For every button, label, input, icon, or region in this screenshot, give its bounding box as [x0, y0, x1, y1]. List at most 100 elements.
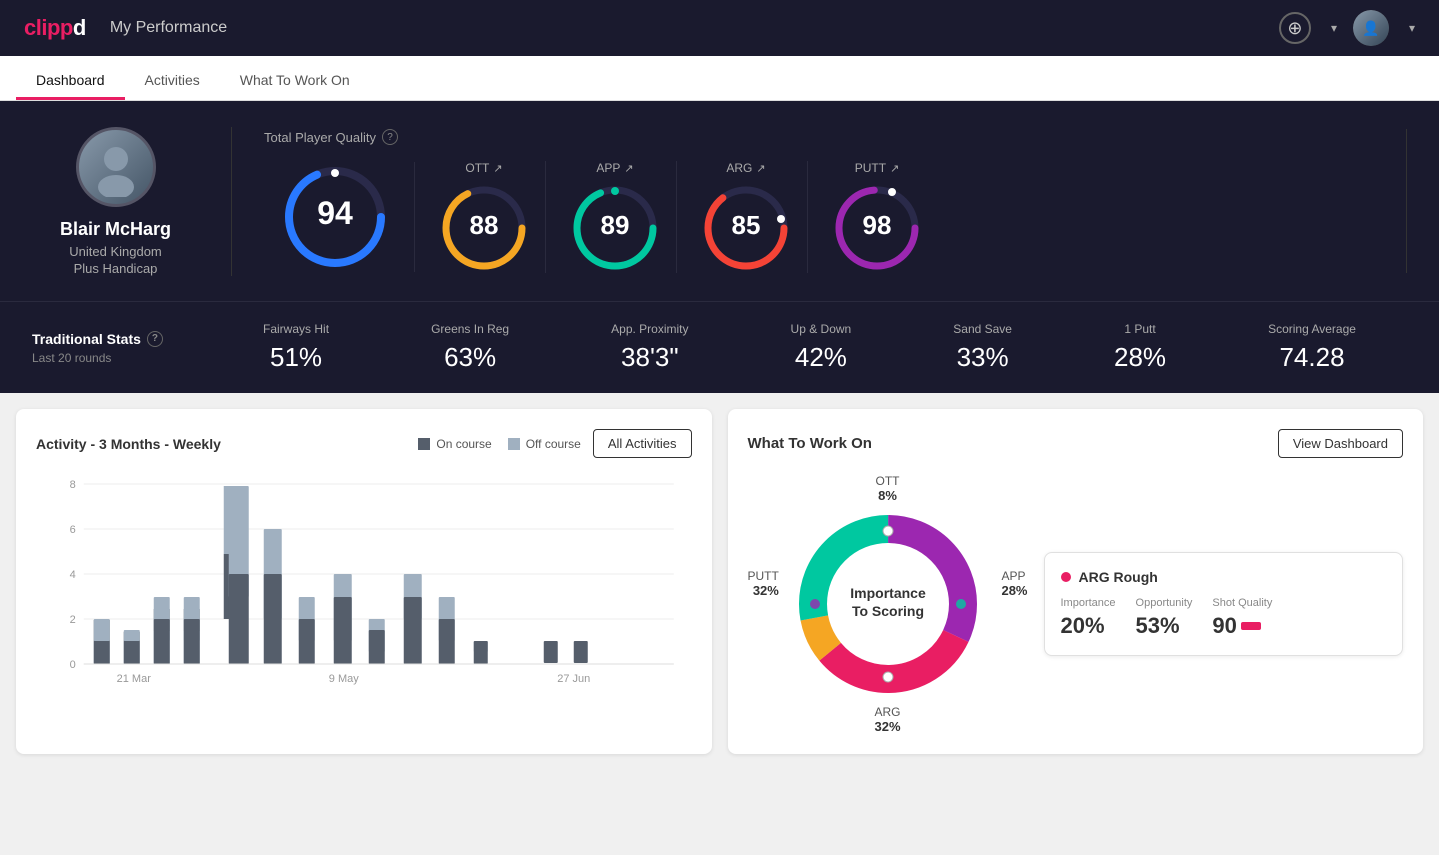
total-quality-label: Total Player Quality ?	[264, 129, 1374, 145]
gauge-ott-label: OTT ↗	[465, 161, 502, 175]
gauge-app-svg: 89	[570, 183, 660, 273]
stat-scoring-average: Scoring Average 74.28	[1268, 322, 1356, 373]
svg-text:8: 8	[70, 479, 76, 491]
user-avatar-button[interactable]: 👤	[1353, 10, 1389, 46]
stat-greens-in-reg: Greens In Reg 63%	[431, 322, 509, 373]
add-button[interactable]: ⊕	[1279, 12, 1311, 44]
stat-up-down: Up & Down 42%	[791, 322, 852, 373]
legend-on-course-dot	[418, 438, 430, 450]
avatar-image: 👤	[1353, 10, 1389, 46]
svg-text:98: 98	[863, 210, 892, 240]
tab-activities[interactable]: Activities	[125, 56, 220, 100]
svg-text:85: 85	[732, 210, 761, 240]
tab-what-to-work-on[interactable]: What To Work On	[220, 56, 370, 100]
stats-label-title: Traditional Stats ?	[32, 331, 212, 347]
nav-left: clippd My Performance	[24, 15, 227, 41]
stats-label: Traditional Stats ? Last 20 rounds	[32, 331, 212, 365]
what-to-work-on-panel: What To Work On View Dashboard	[728, 409, 1424, 754]
stat-app-proximity: App. Proximity 38'3"	[611, 322, 688, 373]
svg-text:21 Mar: 21 Mar	[117, 673, 152, 685]
gauge-arg-label: ARG ↗	[726, 161, 765, 175]
stats-label-sub: Last 20 rounds	[32, 351, 212, 365]
info-card-title: ARG Rough	[1061, 569, 1387, 585]
player-country: United Kingdom	[69, 244, 162, 259]
wtwo-header: What To Work On View Dashboard	[748, 429, 1404, 458]
legend-on-course: On course	[418, 437, 491, 451]
metric-opportunity: Opportunity 53%	[1136, 597, 1193, 639]
putt-trend-icon: ↗	[890, 162, 899, 175]
svg-text:2: 2	[70, 614, 76, 626]
svg-text:To Scoring: To Scoring	[851, 603, 923, 619]
stat-sand-save: Sand Save 33%	[953, 322, 1012, 373]
svg-text:27 Jun: 27 Jun	[557, 673, 590, 685]
svg-text:88: 88	[470, 210, 499, 240]
nav-title: My Performance	[110, 19, 227, 37]
traditional-stats-section: Traditional Stats ? Last 20 rounds Fairw…	[0, 301, 1439, 393]
hero-section: Blair McHarg United Kingdom Plus Handica…	[0, 101, 1439, 301]
donut-wrapper: Importance To Scoring OTT 8% APP 28% ARG…	[748, 474, 1028, 734]
gauge-arg-svg: 85	[701, 183, 791, 273]
gauge-ott-svg: 88	[439, 183, 529, 273]
segment-label-arg: ARG 32%	[874, 705, 900, 734]
gauge-putt-label: PUTT ↗	[855, 161, 900, 175]
logo-text: clippd	[24, 15, 86, 41]
activity-header: Activity - 3 Months - Weekly On course O…	[36, 429, 692, 458]
metric-shot-quality: Shot Quality 90	[1212, 597, 1272, 639]
tab-bar: Dashboard Activities What To Work On	[0, 56, 1439, 101]
gauge-app: APP ↗ 89	[554, 161, 677, 273]
gauge-total: 94	[264, 162, 415, 272]
gauge-app-label: APP ↗	[596, 161, 633, 175]
segment-label-putt: PUTT 32%	[748, 569, 779, 598]
chart-area: 8 6 4 2 0	[36, 474, 692, 694]
bottom-section: Activity - 3 Months - Weekly On course O…	[0, 393, 1439, 770]
all-activities-button[interactable]: All Activities	[593, 429, 692, 458]
svg-text:4: 4	[70, 569, 76, 581]
logo[interactable]: clippd	[24, 15, 86, 41]
svg-text:0: 0	[70, 659, 76, 671]
shot-quality-bar	[1241, 622, 1261, 630]
svg-text:6: 6	[70, 524, 76, 536]
activity-controls: On course Off course All Activities	[418, 429, 691, 458]
info-card-dot	[1061, 572, 1071, 582]
gauge-total-svg: 94	[280, 162, 390, 272]
gauge-arg: ARG ↗ 85	[685, 161, 808, 273]
view-dashboard-button[interactable]: View Dashboard	[1278, 429, 1403, 458]
player-handicap: Plus Handicap	[74, 261, 158, 276]
wtwo-title: What To Work On	[748, 435, 872, 452]
segment-label-ott: OTT 8%	[876, 474, 900, 503]
info-card: ARG Rough Importance 20% Opportunity 53%…	[1044, 552, 1404, 656]
svg-text:94: 94	[317, 195, 353, 231]
gauges-section: Total Player Quality ? 94 OTT ↗	[232, 129, 1407, 273]
stats-grid: Fairways Hit 51% Greens In Reg 63% App. …	[212, 322, 1407, 373]
tab-dashboard[interactable]: Dashboard	[16, 56, 125, 100]
gauge-putt: PUTT ↗ 98	[816, 161, 938, 273]
svg-text:89: 89	[601, 210, 630, 240]
donut-svg: Importance To Scoring	[778, 494, 998, 714]
segment-label-app: APP 28%	[1001, 569, 1027, 598]
svg-text:9 May: 9 May	[329, 673, 359, 685]
player-avatar	[76, 127, 156, 207]
player-info: Blair McHarg United Kingdom Plus Handica…	[32, 127, 232, 276]
activity-chart-svg: 8 6 4 2 0	[36, 474, 692, 694]
ott-trend-icon: ↗	[493, 162, 502, 175]
arg-trend-icon: ↗	[756, 162, 765, 175]
gauge-putt-svg: 98	[832, 183, 922, 273]
legend-off-course-dot	[508, 438, 520, 450]
gauges-row: 94 OTT ↗ 88 APP ↗	[264, 161, 1374, 273]
user-chevron: ▾	[1409, 21, 1415, 35]
wtwo-content: Importance To Scoring OTT 8% APP 28% ARG…	[748, 474, 1404, 734]
svg-text:Importance: Importance	[850, 585, 926, 601]
total-quality-info-icon[interactable]: ?	[382, 129, 398, 145]
legend-off-course: Off course	[508, 437, 581, 451]
stats-info-icon[interactable]: ?	[147, 331, 163, 347]
add-chevron: ▾	[1331, 21, 1337, 35]
player-name: Blair McHarg	[60, 219, 171, 240]
activity-chart-panel: Activity - 3 Months - Weekly On course O…	[16, 409, 712, 754]
chart-legend: On course Off course	[418, 437, 581, 451]
activity-title: Activity - 3 Months - Weekly	[36, 436, 221, 452]
metric-importance: Importance 20%	[1061, 597, 1116, 639]
stat-1-putt: 1 Putt 28%	[1114, 322, 1166, 373]
stat-fairways-hit: Fairways Hit 51%	[263, 322, 329, 373]
app-trend-icon: ↗	[624, 162, 633, 175]
gauge-ott: OTT ↗ 88	[423, 161, 546, 273]
